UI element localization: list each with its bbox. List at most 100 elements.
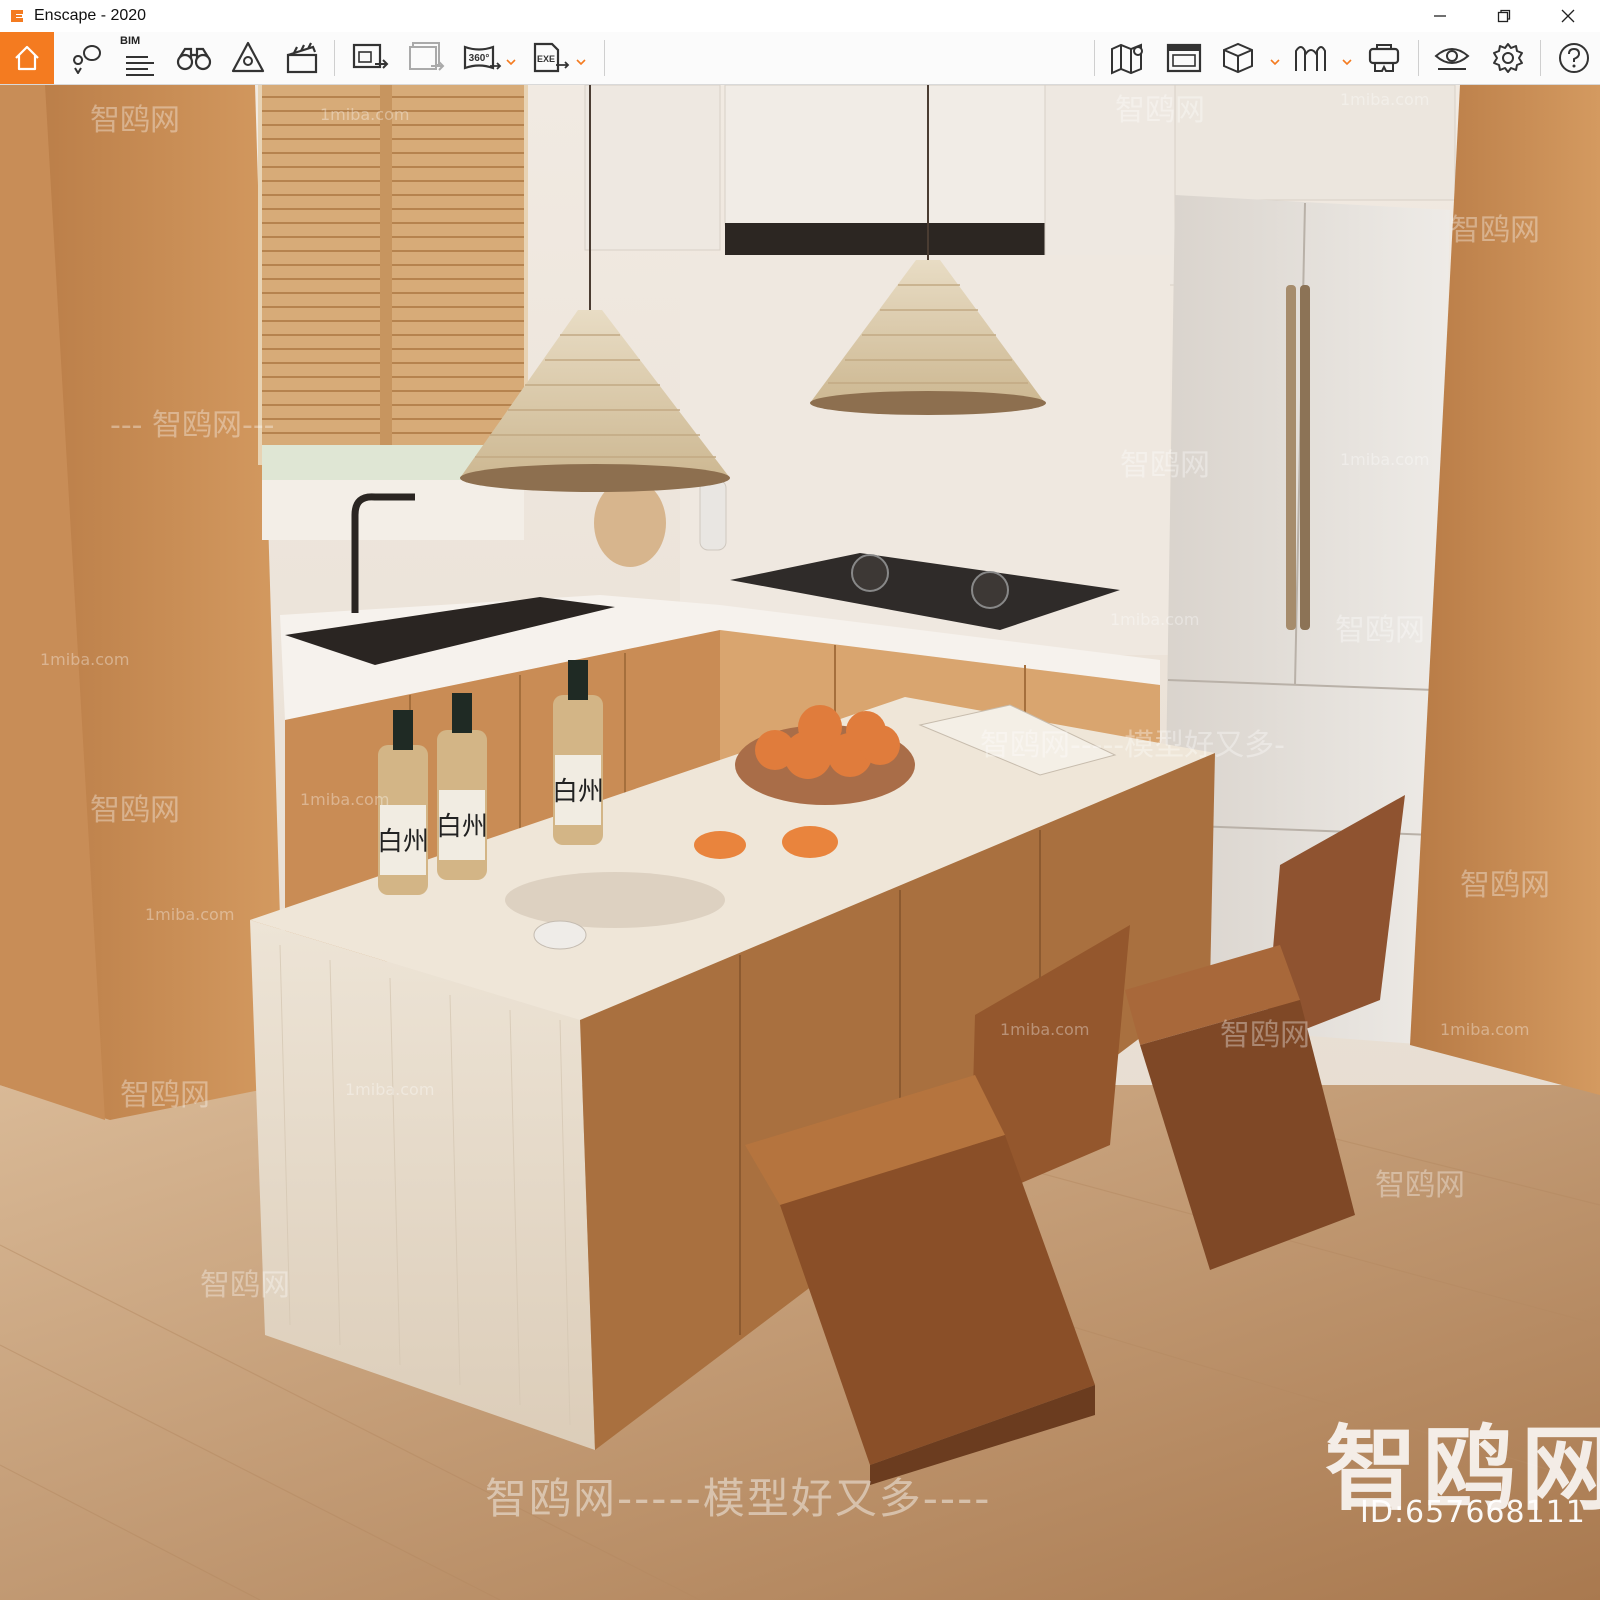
vr-headset-button[interactable] <box>1358 32 1410 84</box>
location-icon <box>73 45 101 74</box>
panorama-dropdown-caret[interactable] <box>506 54 516 72</box>
close-button[interactable] <box>1536 0 1600 32</box>
map-icon <box>1111 43 1143 75</box>
bim-icon <box>126 56 154 76</box>
watermark-site: 1miba.com <box>1340 90 1430 109</box>
chevron-down-icon <box>576 59 586 66</box>
minimize-button[interactable] <box>1408 0 1472 32</box>
bottle-label: 白州 <box>436 812 488 842</box>
eye-icon <box>1434 48 1470 70</box>
watermark-brand: 智鸥网 <box>90 793 180 828</box>
objects-dropdown-caret[interactable] <box>1270 54 1280 72</box>
restore-button[interactable] <box>1472 0 1536 32</box>
screenshots-button[interactable] <box>1158 32 1210 84</box>
watermark-site: 1miba.com <box>1110 610 1200 629</box>
enscape-window: Enscape - 2020 BIM 360° EXE 白州 白州 白州 1mi… <box>0 0 1600 1600</box>
screenshot-list-icon <box>1166 43 1202 73</box>
watermark-site: 1miba.com <box>40 650 130 669</box>
bottle-label: 白州 <box>377 827 429 857</box>
bim-button[interactable]: BIM <box>114 32 166 84</box>
enscape-logo-icon <box>6 5 28 27</box>
toolbar-separator <box>1418 40 1419 76</box>
minimize-icon <box>1434 15 1446 17</box>
batch-render-icon <box>352 43 389 69</box>
views-button[interactable] <box>222 32 274 84</box>
watermark-bottom-slogan: 智鸥网-----模型好又多---- <box>485 1474 992 1523</box>
kitchen-render: 白州 白州 白州 <box>0 85 1600 1600</box>
toolbar-separator <box>334 40 335 76</box>
watermark-site: 1miba.com <box>345 1080 435 1099</box>
objects-button[interactable] <box>1212 32 1264 84</box>
restore-icon <box>1497 9 1511 23</box>
watermark-brand: 智鸥网 <box>1120 448 1210 483</box>
bottle-label: 白州 <box>552 777 604 807</box>
watermark-site: 1miba.com <box>300 790 390 809</box>
render-button[interactable] <box>344 32 396 84</box>
watermark-brand: 智鸥网 <box>1450 213 1540 248</box>
exe-export-icon: EXE <box>533 42 570 73</box>
exe-export-button[interactable]: EXE <box>524 32 576 84</box>
fridge-handle <box>1286 285 1296 630</box>
home-button[interactable] <box>0 32 54 84</box>
settings-button[interactable] <box>1482 32 1534 84</box>
binoculars-button[interactable] <box>168 32 220 84</box>
fridge-handle <box>1300 285 1310 630</box>
shield-icon <box>231 41 265 73</box>
panorama-text: 360° <box>469 53 490 64</box>
vr-headset-icon <box>1368 44 1400 72</box>
watermark-site: 1miba.com <box>145 905 235 924</box>
upper-cabinet-left <box>584 85 721 251</box>
watermark-brand: 智鸥网 <box>1460 868 1550 903</box>
batch-render-button[interactable] <box>400 32 452 84</box>
toolbar: BIM 360° EXE <box>0 32 1600 108</box>
asset-library-button[interactable] <box>1284 32 1336 84</box>
visual-settings-button[interactable] <box>1426 32 1478 84</box>
cube-icon <box>1223 42 1253 74</box>
watermark-site: 1miba.com <box>1000 1020 1090 1039</box>
upper-cabinet-center <box>724 85 1046 226</box>
spill <box>505 872 725 928</box>
watermark-dashed-brand: --- 智鸥网--- <box>110 408 275 443</box>
exe-dropdown-caret[interactable] <box>576 54 586 72</box>
video-editor-button[interactable] <box>276 32 328 84</box>
help-icon <box>1559 43 1589 73</box>
render-viewport[interactable]: 白州 白州 白州 1miba.com 智鸥网 智鸥网 1miba.com 智鸥网… <box>0 85 1600 1600</box>
close-icon <box>1561 9 1575 23</box>
watermark-brand: 智鸥网 <box>200 1268 290 1303</box>
toolbar-separator <box>1540 40 1541 76</box>
watermark-brand: 智鸥网 <box>1115 93 1205 128</box>
watermark-brand: 智鸥网 <box>120 1078 210 1113</box>
lamp-rim <box>810 391 1046 415</box>
watermark-brand: 智鸥网 <box>1335 613 1425 648</box>
gear-icon <box>1493 43 1523 73</box>
apricot-half <box>694 831 746 859</box>
watermark-id: ID:657668111 <box>1360 1495 1586 1530</box>
chevron-down-icon <box>506 59 516 66</box>
burner <box>851 554 889 592</box>
cutting-board <box>594 479 666 567</box>
wine-glass <box>533 920 587 950</box>
watermark-brand: 智鸥网 <box>90 103 180 138</box>
lamp-rim <box>460 464 730 492</box>
chevron-down-icon <box>1342 59 1352 66</box>
binoculars-icon <box>176 47 212 71</box>
glass-jar <box>699 479 727 551</box>
location-button[interactable] <box>60 32 112 84</box>
panorama-button[interactable]: 360° <box>456 32 508 84</box>
asset-dropdown-caret[interactable] <box>1342 54 1352 72</box>
watermark-brand: 智鸥网 <box>1220 1018 1310 1053</box>
watermark-brand: 智鸥网 <box>1375 1168 1465 1203</box>
exe-text: EXE <box>537 54 555 64</box>
window-title: Enscape - 2020 <box>34 7 147 24</box>
panorama-360-icon: 360° <box>463 45 502 70</box>
window-controls <box>1408 0 1600 32</box>
watermark-site: 1miba.com <box>1340 450 1430 469</box>
help-button[interactable] <box>1548 32 1600 84</box>
chevron-down-icon <box>1270 59 1280 66</box>
watermark-slogan: 智鸥网-----模型好又多- <box>980 728 1285 763</box>
bim-label: BIM <box>120 35 141 47</box>
watermark-site: 1miba.com <box>1440 1020 1530 1039</box>
render-export-icon <box>409 42 445 71</box>
title-bar: Enscape - 2020 <box>0 0 1600 32</box>
map-button[interactable] <box>1102 32 1154 84</box>
